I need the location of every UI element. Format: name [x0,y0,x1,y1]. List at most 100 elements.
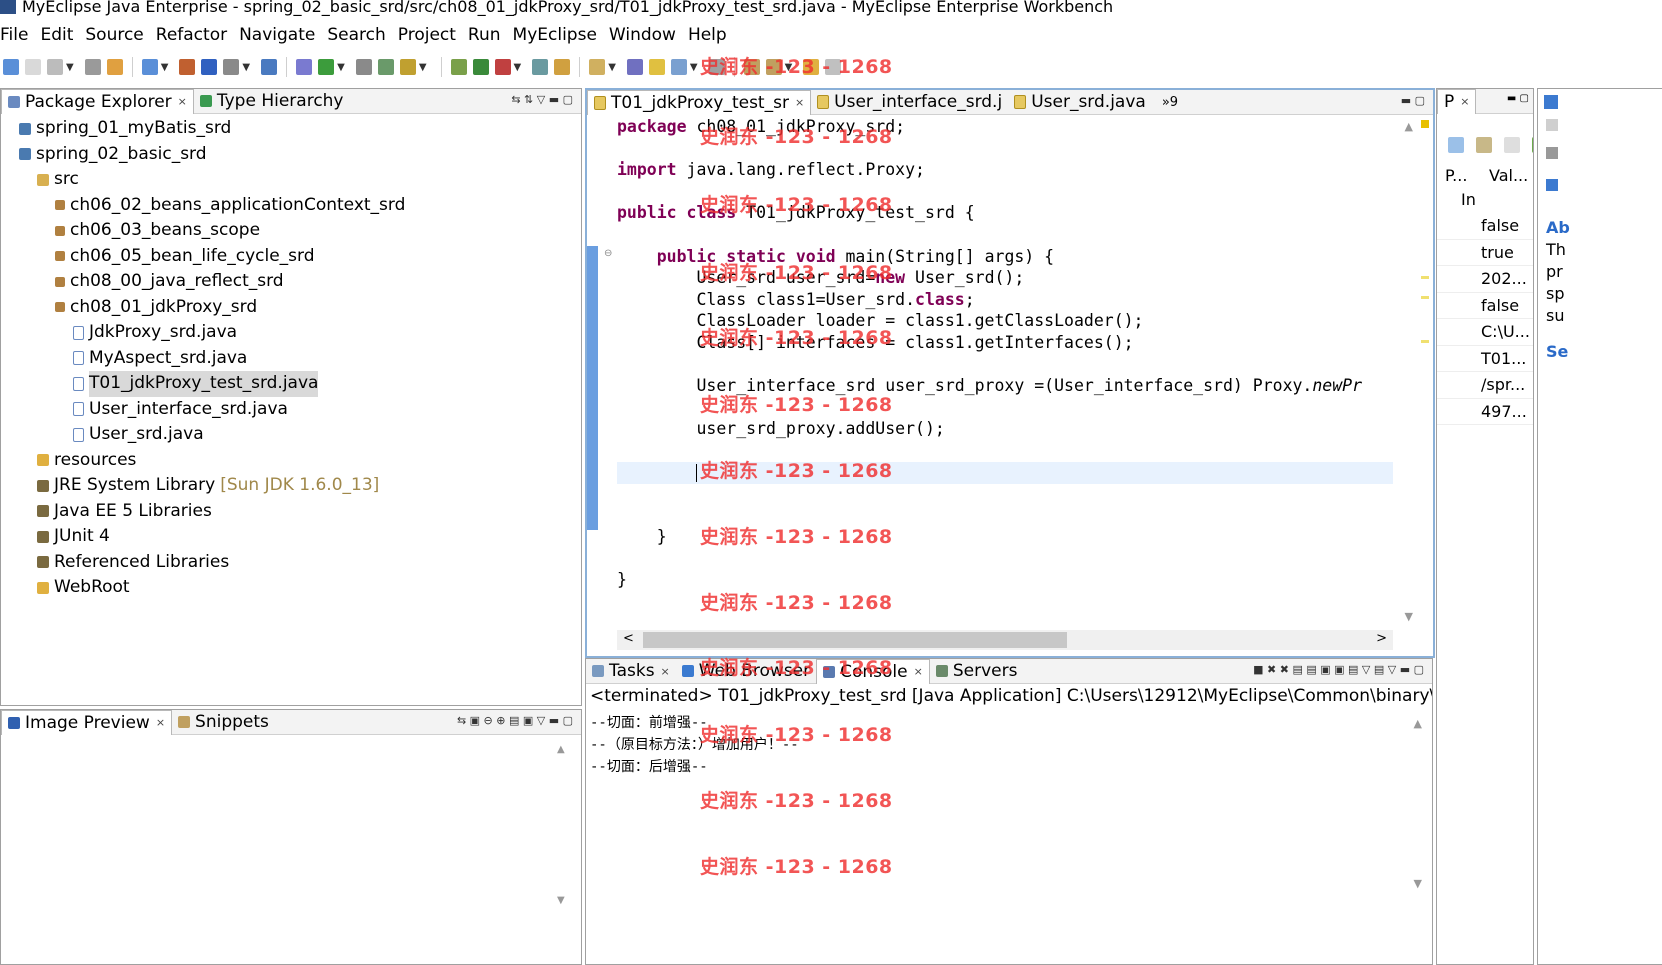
fold-toggle-icon[interactable]: ⊖ [604,248,612,259]
horizontal-scroll-thumb[interactable] [643,632,1067,648]
toolbar-icon[interactable] [141,59,158,75]
more-tabs-button[interactable]: »9 [1162,95,1178,110]
tree-item[interactable]: JdkProxy_srd.java [1,320,581,346]
close-icon[interactable]: × [1460,95,1469,108]
property-row[interactable]: true [1437,240,1533,266]
close-icon[interactable]: × [178,95,187,108]
toolbar-icon[interactable] [532,59,549,75]
tree-item[interactable]: User_interface_srd.java [1,397,581,423]
toolbar-icon[interactable] [318,59,335,75]
overview-warning-marker[interactable] [1421,120,1429,128]
horizontal-scrollbar[interactable]: < > [617,630,1393,650]
tab-t01-jdkproxy-test-sr[interactable]: T01_jdkProxy_test_sr × [587,90,812,115]
toolbar-icon[interactable] [670,59,687,75]
tree-item[interactable]: MyAspect_srd.java [1,346,581,372]
menu-refactor[interactable]: Refactor [156,25,227,45]
toolbar-icon[interactable] [554,59,571,75]
menu-window[interactable]: Window [609,25,676,45]
console-toolbar[interactable]: ■ ✖ ✖ ▤ ▤ ▣ ▣ ▤ ▽ ▤ ▽ ▬ ▢ [1253,663,1424,676]
overview-marker[interactable] [1421,296,1429,299]
editor-window-controls[interactable]: ▬ ▢ [1401,94,1425,107]
tree-item[interactable]: ch08_01_jdkProxy_srd [1,295,581,321]
tree-item[interactable]: Referenced Libraries [1,550,581,576]
close-icon[interactable]: × [795,96,804,109]
toolbar-icon[interactable] [179,59,196,75]
categories-icon[interactable] [1448,137,1464,153]
tree-item[interactable]: spring_01_myBatis_srd [1,116,581,142]
dropdown-arrow-icon[interactable]: ▼ [161,62,169,73]
toolbar-icon[interactable] [1546,119,1558,131]
menu-edit[interactable]: Edit [40,25,73,45]
scroll-down-icon[interactable]: ▼ [557,895,571,906]
dropdown-arrow-icon[interactable]: ▼ [242,62,250,73]
restore-icon[interactable] [1504,137,1520,153]
overview-marker[interactable] [1421,340,1429,343]
property-row[interactable]: C:\U... [1437,319,1533,346]
menu-help[interactable]: Help [688,25,727,45]
toolbar-icon[interactable] [626,59,643,75]
tab-image-preview[interactable]: Image Preview × [1,710,173,735]
tree-item[interactable]: resources [1,448,581,474]
link-icon[interactable] [1546,147,1558,159]
tree-item[interactable]: JUnit 4 [1,524,581,550]
property-row[interactable]: T01... [1437,346,1533,372]
tree-item[interactable]: ch06_05_bean_life_cycle_srd [1,244,581,270]
scroll-up-icon[interactable]: ▲ [557,744,571,755]
menu-run[interactable]: Run [468,25,501,45]
dropdown-arrow-icon[interactable]: ▼ [337,62,345,73]
tab-tasks[interactable]: Tasks × [586,659,676,683]
toolbar-icon[interactable] [296,59,313,75]
toolbar-icon[interactable] [223,59,240,75]
menu-project[interactable]: Project [398,25,456,45]
tree-item[interactable]: WebRoot [1,575,581,601]
dropdown-arrow-icon[interactable]: ▼ [608,62,616,73]
scroll-left-icon[interactable]: < [623,631,634,646]
tab-user-srd-java[interactable]: User_srd.java [1008,90,1152,114]
scroll-down-icon[interactable]: ▼ [1414,877,1422,890]
tree-item[interactable]: User_srd.java [1,422,581,448]
property-row[interactable]: false [1437,293,1533,319]
image-preview-scrollbar[interactable]: ▲ ▼ [557,744,571,924]
filter-icon[interactable] [1476,137,1492,153]
tab-type-hierarchy[interactable]: Type Hierarchy [194,89,350,113]
view-controls[interactable]: ⇆ ⇅ ▽ ▬ ▢ [511,93,573,106]
dropdown-arrow-icon[interactable]: ▼ [514,62,522,73]
tab-package-explorer[interactable]: Package Explorer × [1,89,194,114]
close-icon[interactable]: × [914,665,923,678]
toolbar-icon[interactable] [84,59,101,75]
tab-servers[interactable]: Servers [930,659,1024,683]
toolbar-icon[interactable] [494,59,511,75]
menu-search[interactable]: Search [327,25,385,45]
new-icon[interactable] [1532,137,1533,153]
toolbar-icon[interactable] [3,59,19,75]
property-row[interactable]: 497... [1437,399,1533,425]
property-row[interactable]: /spr... [1437,372,1533,399]
tree-item[interactable]: Java EE 5 Libraries [1,499,581,525]
menu-source[interactable]: Source [85,25,143,45]
tab-properties[interactable]: P × [1437,89,1477,114]
toolbar-icon[interactable] [261,59,278,75]
tree-item[interactable]: spring_02_basic_srd [1,142,581,168]
dropdown-arrow-icon[interactable]: ▼ [66,62,74,73]
view-controls[interactable]: ▬ ▢ [1507,93,1529,104]
image-preview-controls[interactable]: ⇆ ▣ ⊖ ⊕ ▤ ▣ ▽ ▬ ▢ [457,714,573,727]
tree-item[interactable]: ch06_03_beans_scope [1,218,581,244]
tree-item[interactable]: T01_jdkProxy_test_srd.java [1,371,581,397]
toolbar-icon[interactable] [201,59,218,75]
tree-item[interactable]: src [1,167,581,193]
tree-item[interactable]: ch06_02_beans_applicationContext_srd [1,193,581,219]
tree-item[interactable]: JRE System Library [Sun JDK 1.6.0_13] [1,473,581,499]
scroll-down-icon[interactable]: ▼ [1405,610,1413,623]
view-icon[interactable] [1544,95,1558,109]
tab-snippets[interactable]: Snippets [172,710,275,734]
toolbar-icon[interactable] [648,59,665,75]
toolbar-icon[interactable] [450,59,467,75]
scroll-up-icon[interactable]: ▲ [1405,120,1413,133]
toolbar-icon[interactable] [472,59,489,75]
property-row[interactable]: 202... [1437,266,1533,293]
property-row[interactable]: false [1437,213,1533,240]
scroll-right-icon[interactable]: > [1376,631,1387,646]
menu-myeclipse[interactable]: MyEclipse [513,25,597,45]
toolbar-icon[interactable] [47,59,63,75]
tree-item[interactable]: ch08_00_java_reflect_srd [1,269,581,295]
